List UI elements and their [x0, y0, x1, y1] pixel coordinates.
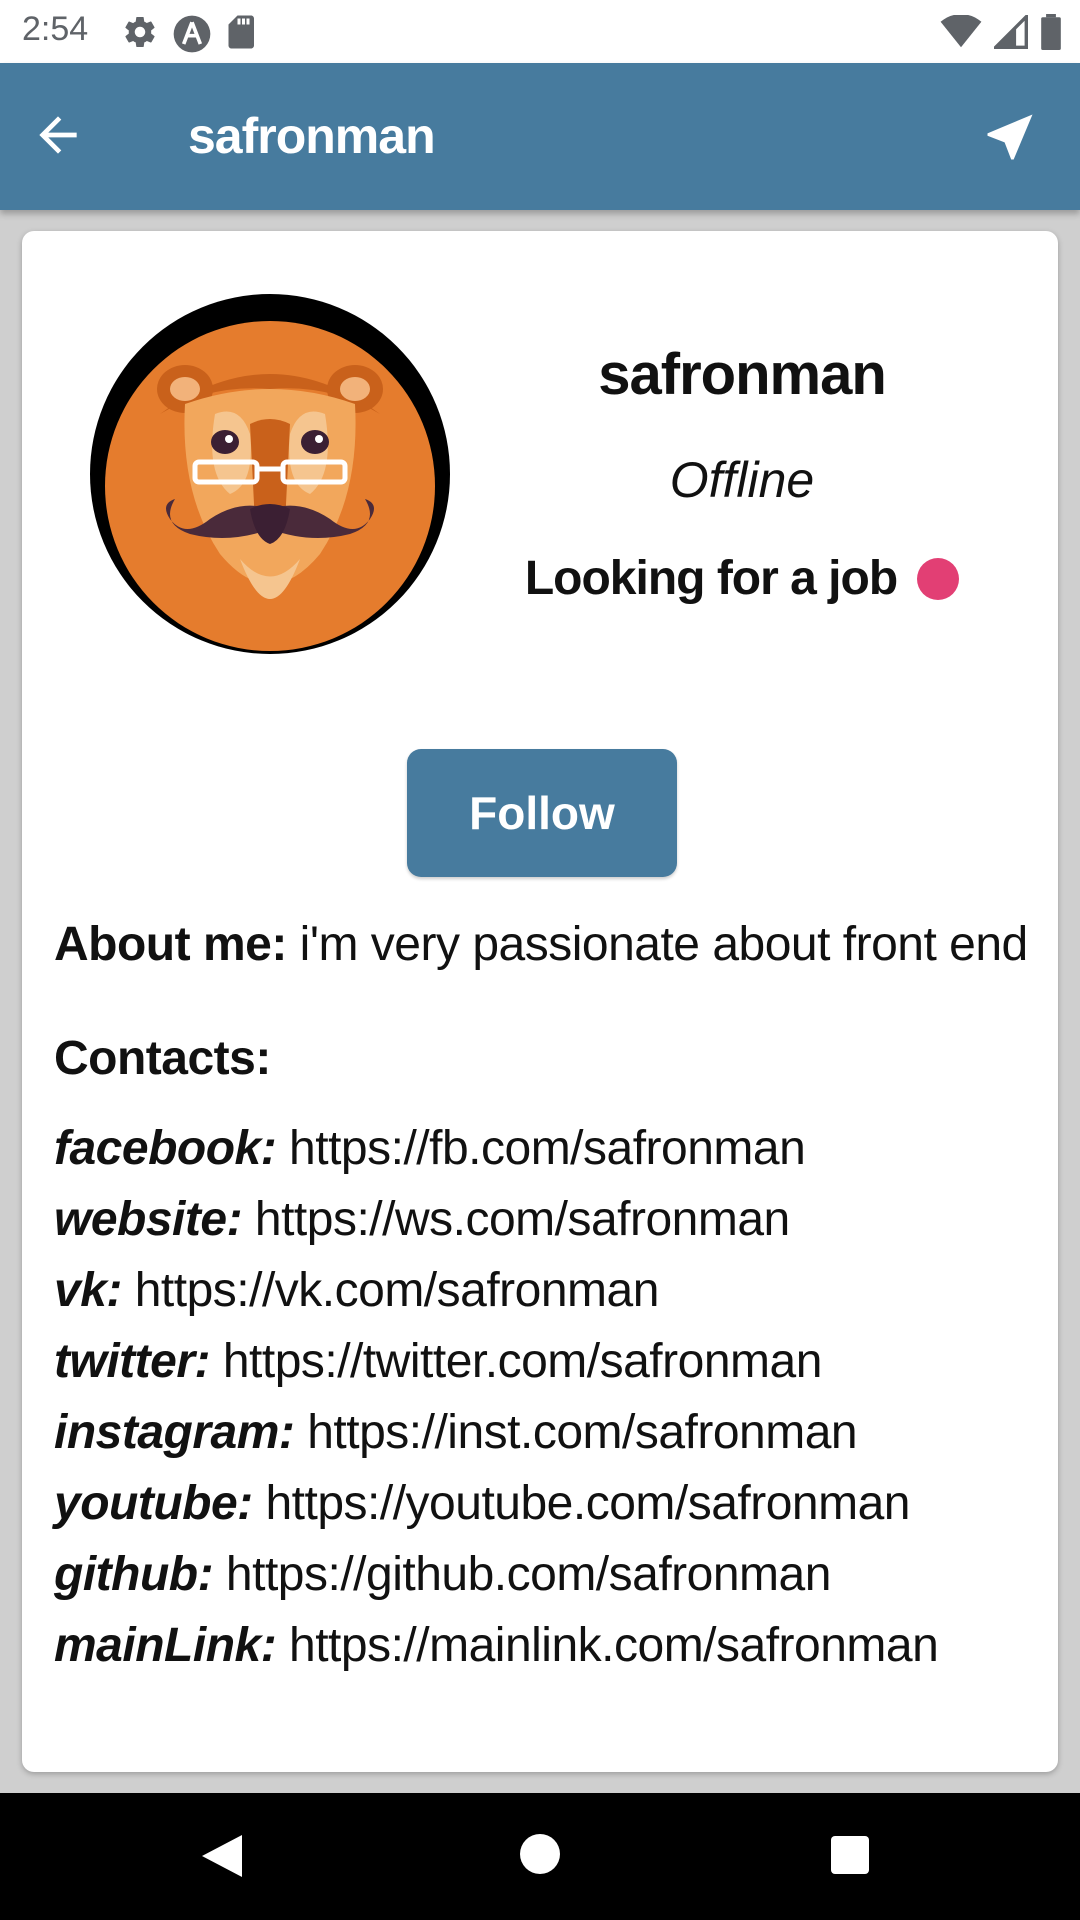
contact-row-twitter: twitter: https://twitter.com/safronman	[54, 1334, 1044, 1405]
about-me-label: About me:	[54, 918, 287, 971]
arrow-left-icon[interactable]	[30, 107, 86, 163]
contact-row-youtube: youtube: https://youtube.com/safronman	[54, 1476, 1044, 1547]
recents-square-icon[interactable]	[831, 1836, 869, 1874]
home-circle-icon[interactable]	[520, 1834, 560, 1874]
job-status-indicator	[917, 557, 960, 600]
app-bar: safronman	[0, 63, 1080, 210]
battery-icon	[1041, 14, 1061, 50]
contact-key: instagram:	[54, 1406, 295, 1459]
wifi-icon	[940, 15, 982, 48]
settings-icon	[125, 17, 155, 48]
contact-key: vk:	[54, 1264, 122, 1317]
contact-key: youtube:	[54, 1477, 253, 1530]
contact-key: github:	[54, 1548, 214, 1601]
contact-value[interactable]: https://fb.com/safronman	[276, 1122, 806, 1175]
status-icons-left	[122, 14, 258, 54]
system-nav-bar	[0, 1793, 1080, 1920]
follow-button[interactable]: Follow	[407, 749, 677, 877]
contact-key: website:	[54, 1193, 243, 1246]
contact-row-github: github: https://github.com/safronman	[54, 1547, 1044, 1618]
profile-card: safronman Offline Looking for a job Foll…	[22, 231, 1058, 1772]
sd-card-icon	[228, 15, 254, 49]
contact-row-website: website: https://ws.com/safronman	[54, 1192, 1044, 1263]
contact-value[interactable]: https://youtube.com/safronman	[253, 1477, 910, 1530]
contact-key: facebook:	[54, 1122, 277, 1175]
contact-key: mainLink:	[54, 1619, 277, 1672]
navigation-arrow-icon[interactable]	[980, 107, 1040, 167]
signal-icon	[994, 15, 1028, 49]
avatar	[90, 294, 450, 654]
contact-row-facebook: facebook: https://fb.com/safronman	[54, 1121, 1044, 1192]
contact-row-mainlink: mainLink: https://mainlink.com/safronman	[54, 1618, 1044, 1689]
contact-row-instagram: instagram: https://inst.com/safronman	[54, 1405, 1044, 1476]
about-me: About me: i'm very passionate about fron…	[54, 917, 1044, 972]
app-bar-title: safronman	[188, 108, 436, 164]
profile-status: Offline	[669, 452, 815, 508]
screen: 2:54 safronman safronman Offline Looking…	[0, 0, 1080, 1920]
status-icons-right	[940, 14, 1062, 50]
status-bar: 2:54	[0, 0, 1080, 63]
contact-value[interactable]: https://github.com/safronman	[213, 1548, 831, 1601]
job-status-label: Looking for a job	[524, 552, 898, 605]
contact-row-vk: vk: https://vk.com/safronman	[54, 1263, 1044, 1334]
a-logo-icon	[173, 15, 211, 53]
contacts-title: Contacts:	[54, 1032, 271, 1085]
profile-name: safronman	[598, 342, 887, 407]
about-me-text: i'm very passionate about front end	[286, 918, 1029, 971]
job-status-row: Looking for a job	[502, 551, 982, 606]
contact-value[interactable]: https://ws.com/safronman	[242, 1193, 790, 1246]
contacts-list: facebook: https://fb.com/safronman websi…	[54, 1121, 1044, 1689]
contact-key: twitter:	[54, 1335, 210, 1388]
contact-value[interactable]: https://twitter.com/safronman	[210, 1335, 823, 1388]
contact-value[interactable]: https://mainlink.com/safronman	[276, 1619, 939, 1672]
back-triangle-icon[interactable]	[200, 1833, 244, 1879]
status-time: 2:54	[22, 10, 89, 48]
contact-value[interactable]: https://inst.com/safronman	[294, 1406, 857, 1459]
contact-value[interactable]: https://vk.com/safronman	[122, 1264, 660, 1317]
